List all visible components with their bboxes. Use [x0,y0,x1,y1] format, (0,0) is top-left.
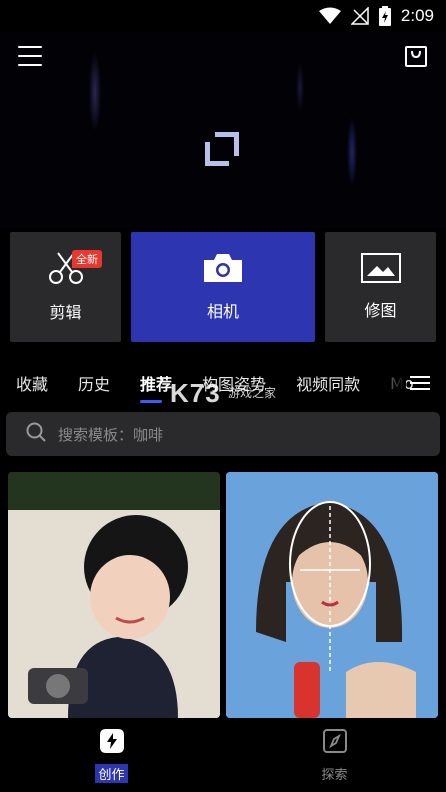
search-icon [26,422,46,446]
tabs-fade [366,366,406,400]
watermark-logo: K73 [170,378,221,408]
tool-row: 全新 剪辑 相机 修图 [10,232,436,342]
menu-icon[interactable] [18,46,42,66]
cellular-icon [350,7,369,25]
picture-icon [360,253,401,287]
search-placeholder: 搜索模板：咖啡 [58,425,164,444]
camera-button[interactable]: 相机 [131,232,315,342]
app-logo [205,132,239,170]
portrait-photo [8,472,220,718]
nav-explore[interactable]: 探索 [223,718,446,792]
status-bar: 2:09 [0,0,446,32]
tab-favorites[interactable]: 收藏 [16,371,48,395]
template-card[interactable] [8,472,220,718]
battery-icon [378,6,391,26]
tab-recommended-label: 推荐 [140,375,173,394]
bottom-nav: 创作 探索 [0,718,446,792]
nav-create[interactable]: 创作 [0,718,223,792]
retouch-button[interactable]: 修图 [325,232,436,342]
tab-video-same[interactable]: 视频同款 [296,371,360,395]
tab-history[interactable]: 历史 [78,371,110,395]
edit-button[interactable]: 全新 剪辑 [10,232,121,342]
edit-label: 剪辑 [49,303,82,322]
new-badge: 全新 [72,250,102,268]
hero-banner[interactable] [0,32,446,228]
retouch-label: 修图 [364,301,397,320]
nav-create-label: 创作 [95,763,128,783]
wifi-icon [318,7,341,25]
watermark-subtitle: 游戏之家 [228,386,277,400]
compass-icon [322,728,348,758]
tabs-menu-icon[interactable] [410,376,430,390]
camera-label: 相机 [206,302,239,321]
portrait-photo [226,472,438,718]
nav-explore-label: 探索 [321,767,348,783]
camera-icon [202,252,244,288]
status-time: 2:09 [400,6,434,25]
template-card[interactable] [226,472,438,718]
tab-recommended[interactable]: 推荐 [140,371,173,403]
shopping-bag-icon[interactable] [404,44,428,72]
tab-active-indicator [140,400,163,403]
lightning-icon [99,728,125,758]
search-bar[interactable]: 搜索模板：咖啡 [6,412,440,456]
